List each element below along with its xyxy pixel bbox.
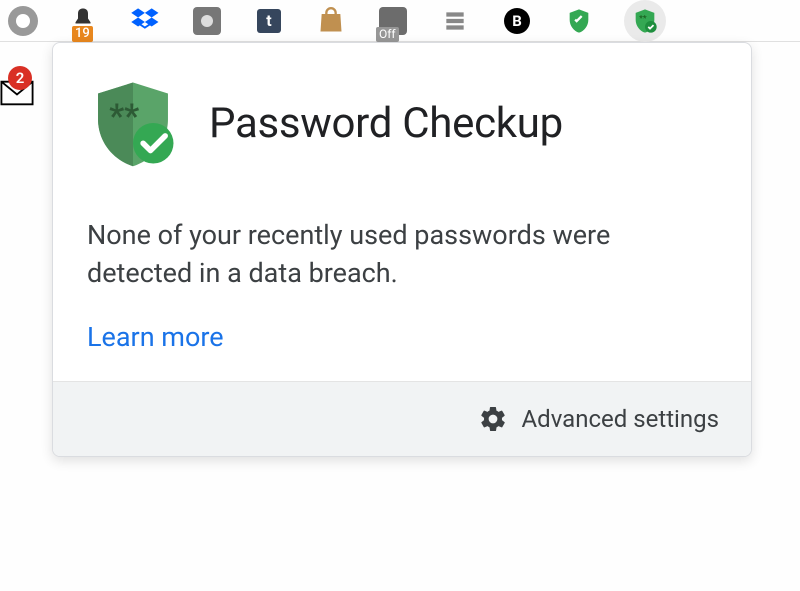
shield-password-icon: ** xyxy=(87,77,179,169)
password-checkup-extension-icon[interactable]: ** xyxy=(624,0,666,42)
learn-more-link[interactable]: Learn more xyxy=(87,321,224,353)
dropbox-icon[interactable] xyxy=(128,4,162,38)
extension-notification-icon[interactable]: 19 xyxy=(66,4,100,38)
notification-count-badge: 19 xyxy=(72,26,93,42)
gear-icon xyxy=(478,404,508,434)
extension-b-icon[interactable]: B xyxy=(500,4,534,38)
svg-text:**: ** xyxy=(109,98,139,137)
popup-footer[interactable]: Advanced settings xyxy=(53,381,751,456)
popup-body-text: None of your recently used passwords wer… xyxy=(87,217,717,293)
mail-count-badge: 2 xyxy=(8,66,32,90)
popup-header: ** Password Checkup xyxy=(87,77,717,169)
extension-icon-generic[interactable] xyxy=(8,6,38,36)
extension-grey-circle-icon[interactable] xyxy=(190,4,224,38)
advanced-settings-label: Advanced settings xyxy=(522,405,720,433)
shopping-bag-icon[interactable] xyxy=(314,4,348,38)
password-checkup-popup: ** Password Checkup None of your recentl… xyxy=(52,42,752,457)
svg-text:**: ** xyxy=(639,13,647,23)
popup-title: Password Checkup xyxy=(209,99,563,148)
popup-card: ** Password Checkup None of your recentl… xyxy=(53,43,751,381)
extension-off-icon[interactable]: Off xyxy=(376,4,410,38)
tumblr-icon[interactable]: t xyxy=(252,4,286,38)
shield-check-icon[interactable] xyxy=(562,4,596,38)
browser-extensions-toolbar: 19 t Off B ** xyxy=(0,0,800,42)
off-badge: Off xyxy=(376,27,399,42)
mail-notification-icon[interactable]: 2 xyxy=(0,80,34,106)
extension-stack-icon[interactable] xyxy=(438,4,472,38)
